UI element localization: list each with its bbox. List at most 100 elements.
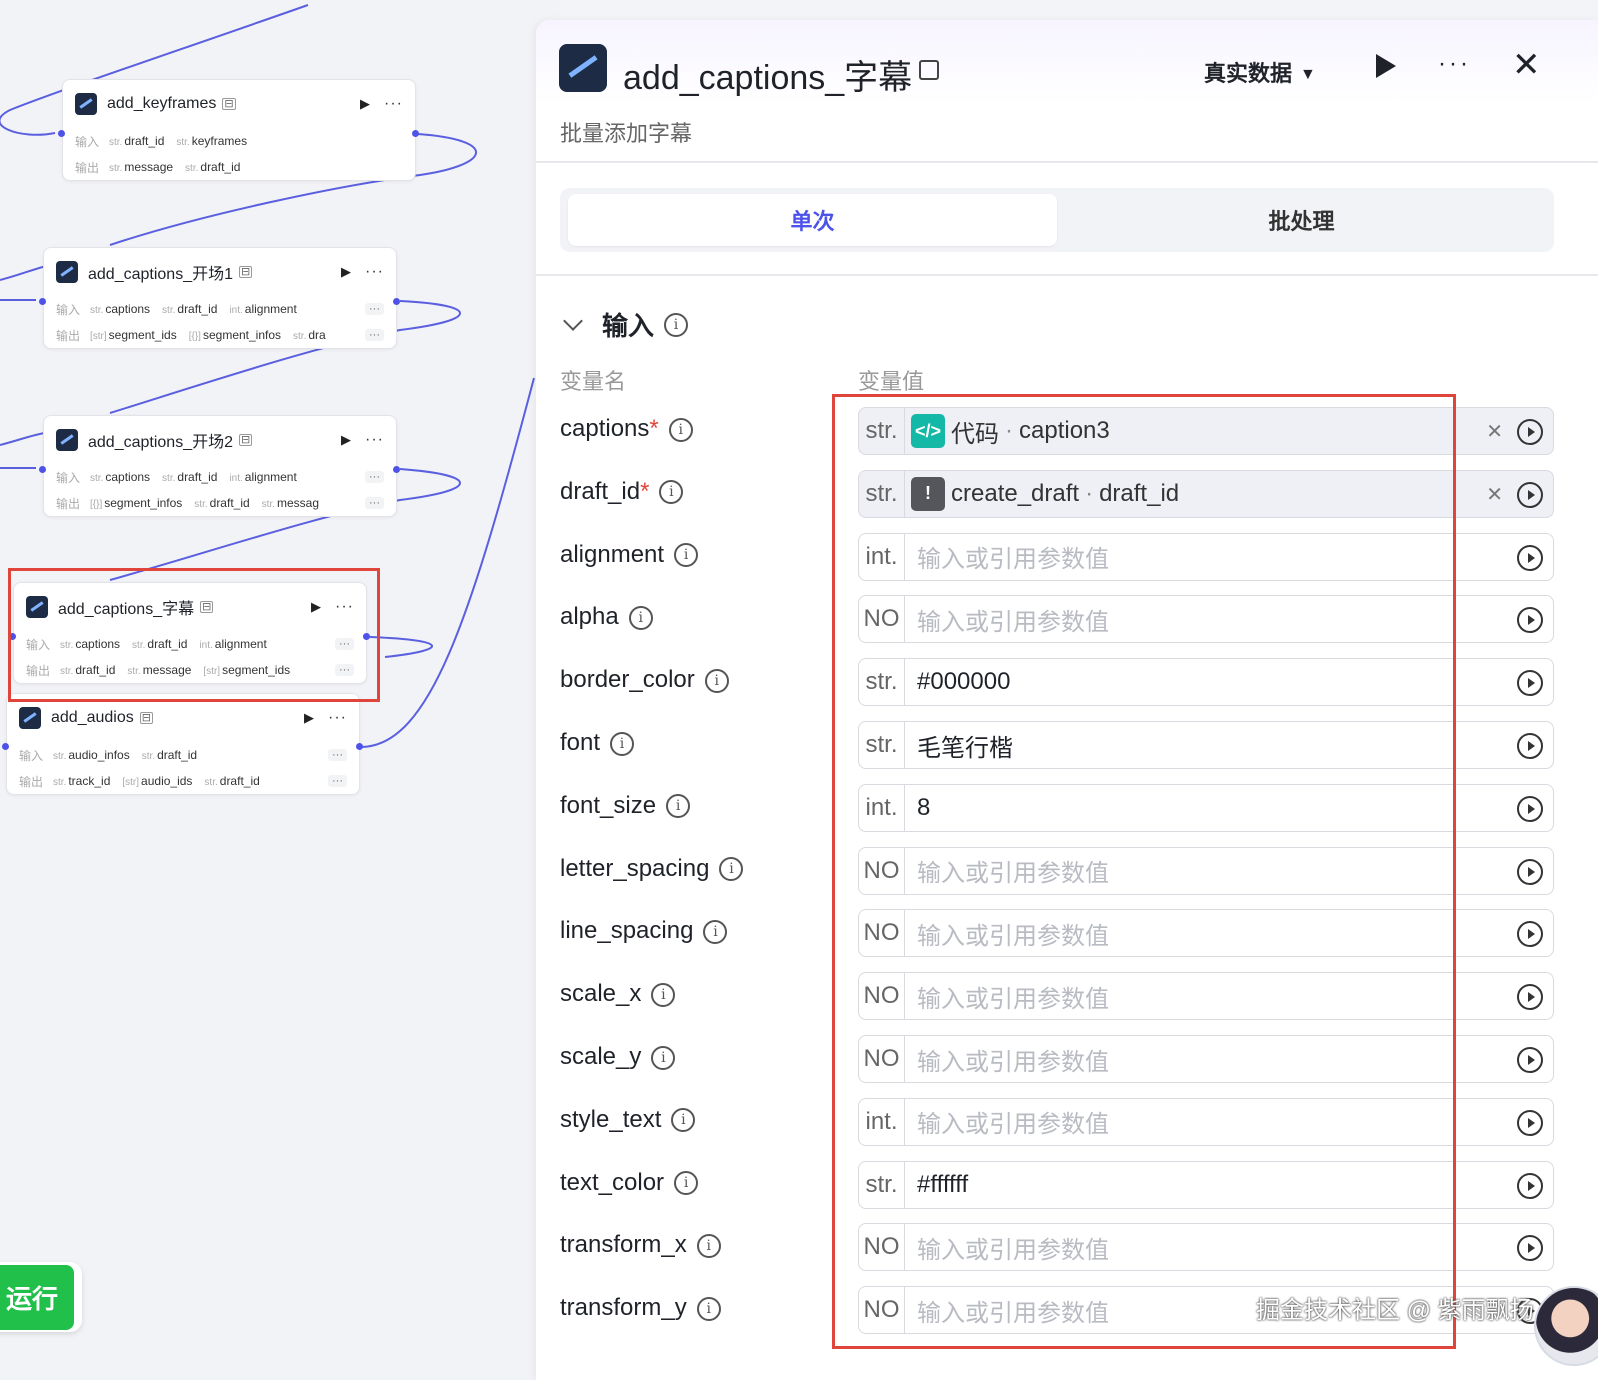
- param-name: letter_spacing i: [560, 855, 744, 883]
- info-icon[interactable]: i: [696, 1296, 721, 1321]
- play-icon[interactable]: ▶: [341, 264, 351, 280]
- reference-icon[interactable]: [1517, 544, 1543, 571]
- input-port-dot[interactable]: [39, 466, 46, 473]
- input-port-dot[interactable]: [39, 298, 46, 305]
- param-name: transform_y i: [560, 1294, 721, 1322]
- info-icon[interactable]: i: [704, 668, 729, 693]
- workflow-node[interactable]: add_audios ⊟ ▶ ··· 输入 str. audio_infos str. draf…: [6, 693, 360, 795]
- output-port-dot[interactable]: [393, 298, 400, 305]
- param-name-label: font_size: [560, 791, 657, 819]
- reference-icon[interactable]: [1517, 481, 1543, 508]
- port-type: str.: [109, 137, 123, 148]
- info-icon[interactable]: i: [666, 794, 691, 819]
- output-port-dot[interactable]: [393, 466, 400, 473]
- node-outputs-row: 输出 str. message str. draft_id: [63, 154, 415, 180]
- node-inputs-row: 输入 str. audio_infos str. draft_id ···: [7, 742, 359, 768]
- port-chip: [{}] segment_infos: [189, 328, 281, 342]
- port-chip: str. dra: [293, 328, 326, 342]
- reference-icon[interactable]: [1517, 1047, 1543, 1073]
- more-icon[interactable]: ···: [365, 431, 384, 449]
- info-icon[interactable]: i: [703, 920, 728, 945]
- chevron-down-icon[interactable]: [563, 310, 583, 331]
- plugin-icon: [559, 44, 607, 92]
- reference-icon[interactable]: [1517, 419, 1543, 445]
- reference-icon[interactable]: [1517, 607, 1543, 634]
- info-icon[interactable]: i: [674, 543, 699, 568]
- node-inputs-row: 输入 str. captions str. draft_id int. alignment ·…: [44, 464, 396, 490]
- more-ports-button[interactable]: ···: [365, 303, 384, 315]
- more-icon[interactable]: ···: [384, 95, 403, 113]
- row-label: 输入: [19, 748, 44, 763]
- more-ports-button[interactable]: ···: [365, 471, 384, 483]
- info-icon[interactable]: i: [651, 1045, 676, 1070]
- reference-icon[interactable]: [1517, 984, 1543, 1011]
- input-port-dot[interactable]: [58, 130, 65, 137]
- reference-icon[interactable]: [1517, 795, 1543, 822]
- clear-icon[interactable]: ✕: [1486, 419, 1503, 444]
- column-header-value: 变量值: [858, 369, 925, 394]
- clear-icon[interactable]: ✕: [1486, 482, 1503, 507]
- port-name: messag: [277, 496, 320, 510]
- reference-icon[interactable]: [1517, 1235, 1543, 1262]
- close-icon[interactable]: ✕: [1512, 48, 1541, 82]
- plugin-tag-icon: [919, 60, 939, 80]
- reference-icon[interactable]: [1517, 1109, 1543, 1136]
- port-type: str.: [204, 777, 218, 788]
- play-icon[interactable]: ▶: [304, 710, 314, 726]
- tab-batch[interactable]: 批处理: [1057, 194, 1546, 246]
- param-name: draft_id* i: [560, 477, 684, 506]
- port-type: str.: [141, 751, 156, 762]
- more-ports-button[interactable]: ···: [328, 775, 347, 787]
- param-name: style_text i: [560, 1106, 696, 1134]
- info-icon[interactable]: i: [671, 1108, 696, 1133]
- panel-title[interactable]: add_captions_字幕: [623, 50, 912, 99]
- info-icon[interactable]: i: [628, 606, 653, 631]
- play-icon[interactable]: ▶: [341, 432, 351, 448]
- info-icon[interactable]: i: [668, 417, 693, 442]
- info-icon[interactable]: i: [719, 857, 744, 882]
- reference-icon[interactable]: [1517, 921, 1543, 948]
- node-title: add_captions_开场2: [88, 434, 233, 451]
- more-icon[interactable]: ···: [1438, 50, 1471, 78]
- port-chip: str. draft_id: [185, 160, 240, 174]
- more-icon[interactable]: ···: [365, 263, 384, 281]
- info-icon[interactable]: i: [674, 1171, 699, 1196]
- output-port-dot[interactable]: [412, 130, 419, 137]
- info-icon[interactable]: i: [651, 982, 676, 1007]
- workflow-node[interactable]: add_captions_开场1 ⊟ ▶ ··· 输入 str. captions str. d…: [43, 247, 397, 349]
- tab-single[interactable]: 单次: [568, 194, 1057, 246]
- reference-icon[interactable]: [1517, 858, 1543, 885]
- required-mark: *: [640, 477, 650, 505]
- port-type: str.: [90, 473, 104, 484]
- more-ports-button[interactable]: ···: [365, 329, 384, 341]
- reference-icon[interactable]: [1517, 1172, 1543, 1199]
- output-port-dot[interactable]: [356, 743, 363, 750]
- run-button[interactable]: 运行: [0, 1262, 82, 1332]
- plugin-tag-icon: ⊟: [139, 712, 153, 724]
- info-icon[interactable]: i: [664, 312, 689, 337]
- data-source-label: 真实数据: [1204, 61, 1293, 86]
- info-icon[interactable]: i: [696, 1234, 721, 1259]
- more-icon[interactable]: ···: [328, 709, 347, 727]
- play-icon[interactable]: [1376, 54, 1396, 78]
- info-icon[interactable]: i: [610, 731, 635, 756]
- data-source-select[interactable]: 真实数据 ▼: [1204, 56, 1316, 88]
- input-section-header[interactable]: 输入 i: [560, 306, 689, 343]
- plugin-tag-icon: ⊟: [239, 266, 253, 278]
- more-ports-button[interactable]: ···: [328, 749, 347, 761]
- port-type: [str]: [90, 331, 107, 342]
- node-outputs-row: 输出 str. track_id [str] audio_ids str. draft_id…: [7, 768, 359, 794]
- more-ports-button[interactable]: ···: [365, 497, 384, 509]
- port-name: message: [124, 160, 174, 174]
- workflow-node[interactable]: add_keyframes ⊟ ▶ ··· 输入 str. draft_id str. keyf…: [62, 79, 416, 181]
- input-port-dot[interactable]: [2, 743, 9, 750]
- reference-icon[interactable]: [1517, 670, 1543, 697]
- reference-icon[interactable]: [1517, 733, 1543, 759]
- port-chip: str. captions: [90, 302, 150, 316]
- workflow-canvas[interactable]: add_keyframes ⊟ ▶ ··· 输入 str. draft_id str. keyf…: [0, 0, 560, 1380]
- port-name: segment_infos: [202, 328, 282, 342]
- info-icon[interactable]: i: [659, 480, 684, 505]
- workflow-node[interactable]: add_captions_开场2 ⊟ ▶ ··· 输入 str. captions str. d…: [43, 415, 397, 517]
- play-icon[interactable]: ▶: [360, 96, 370, 112]
- panel-description[interactable]: 批量添加字幕: [560, 116, 692, 148]
